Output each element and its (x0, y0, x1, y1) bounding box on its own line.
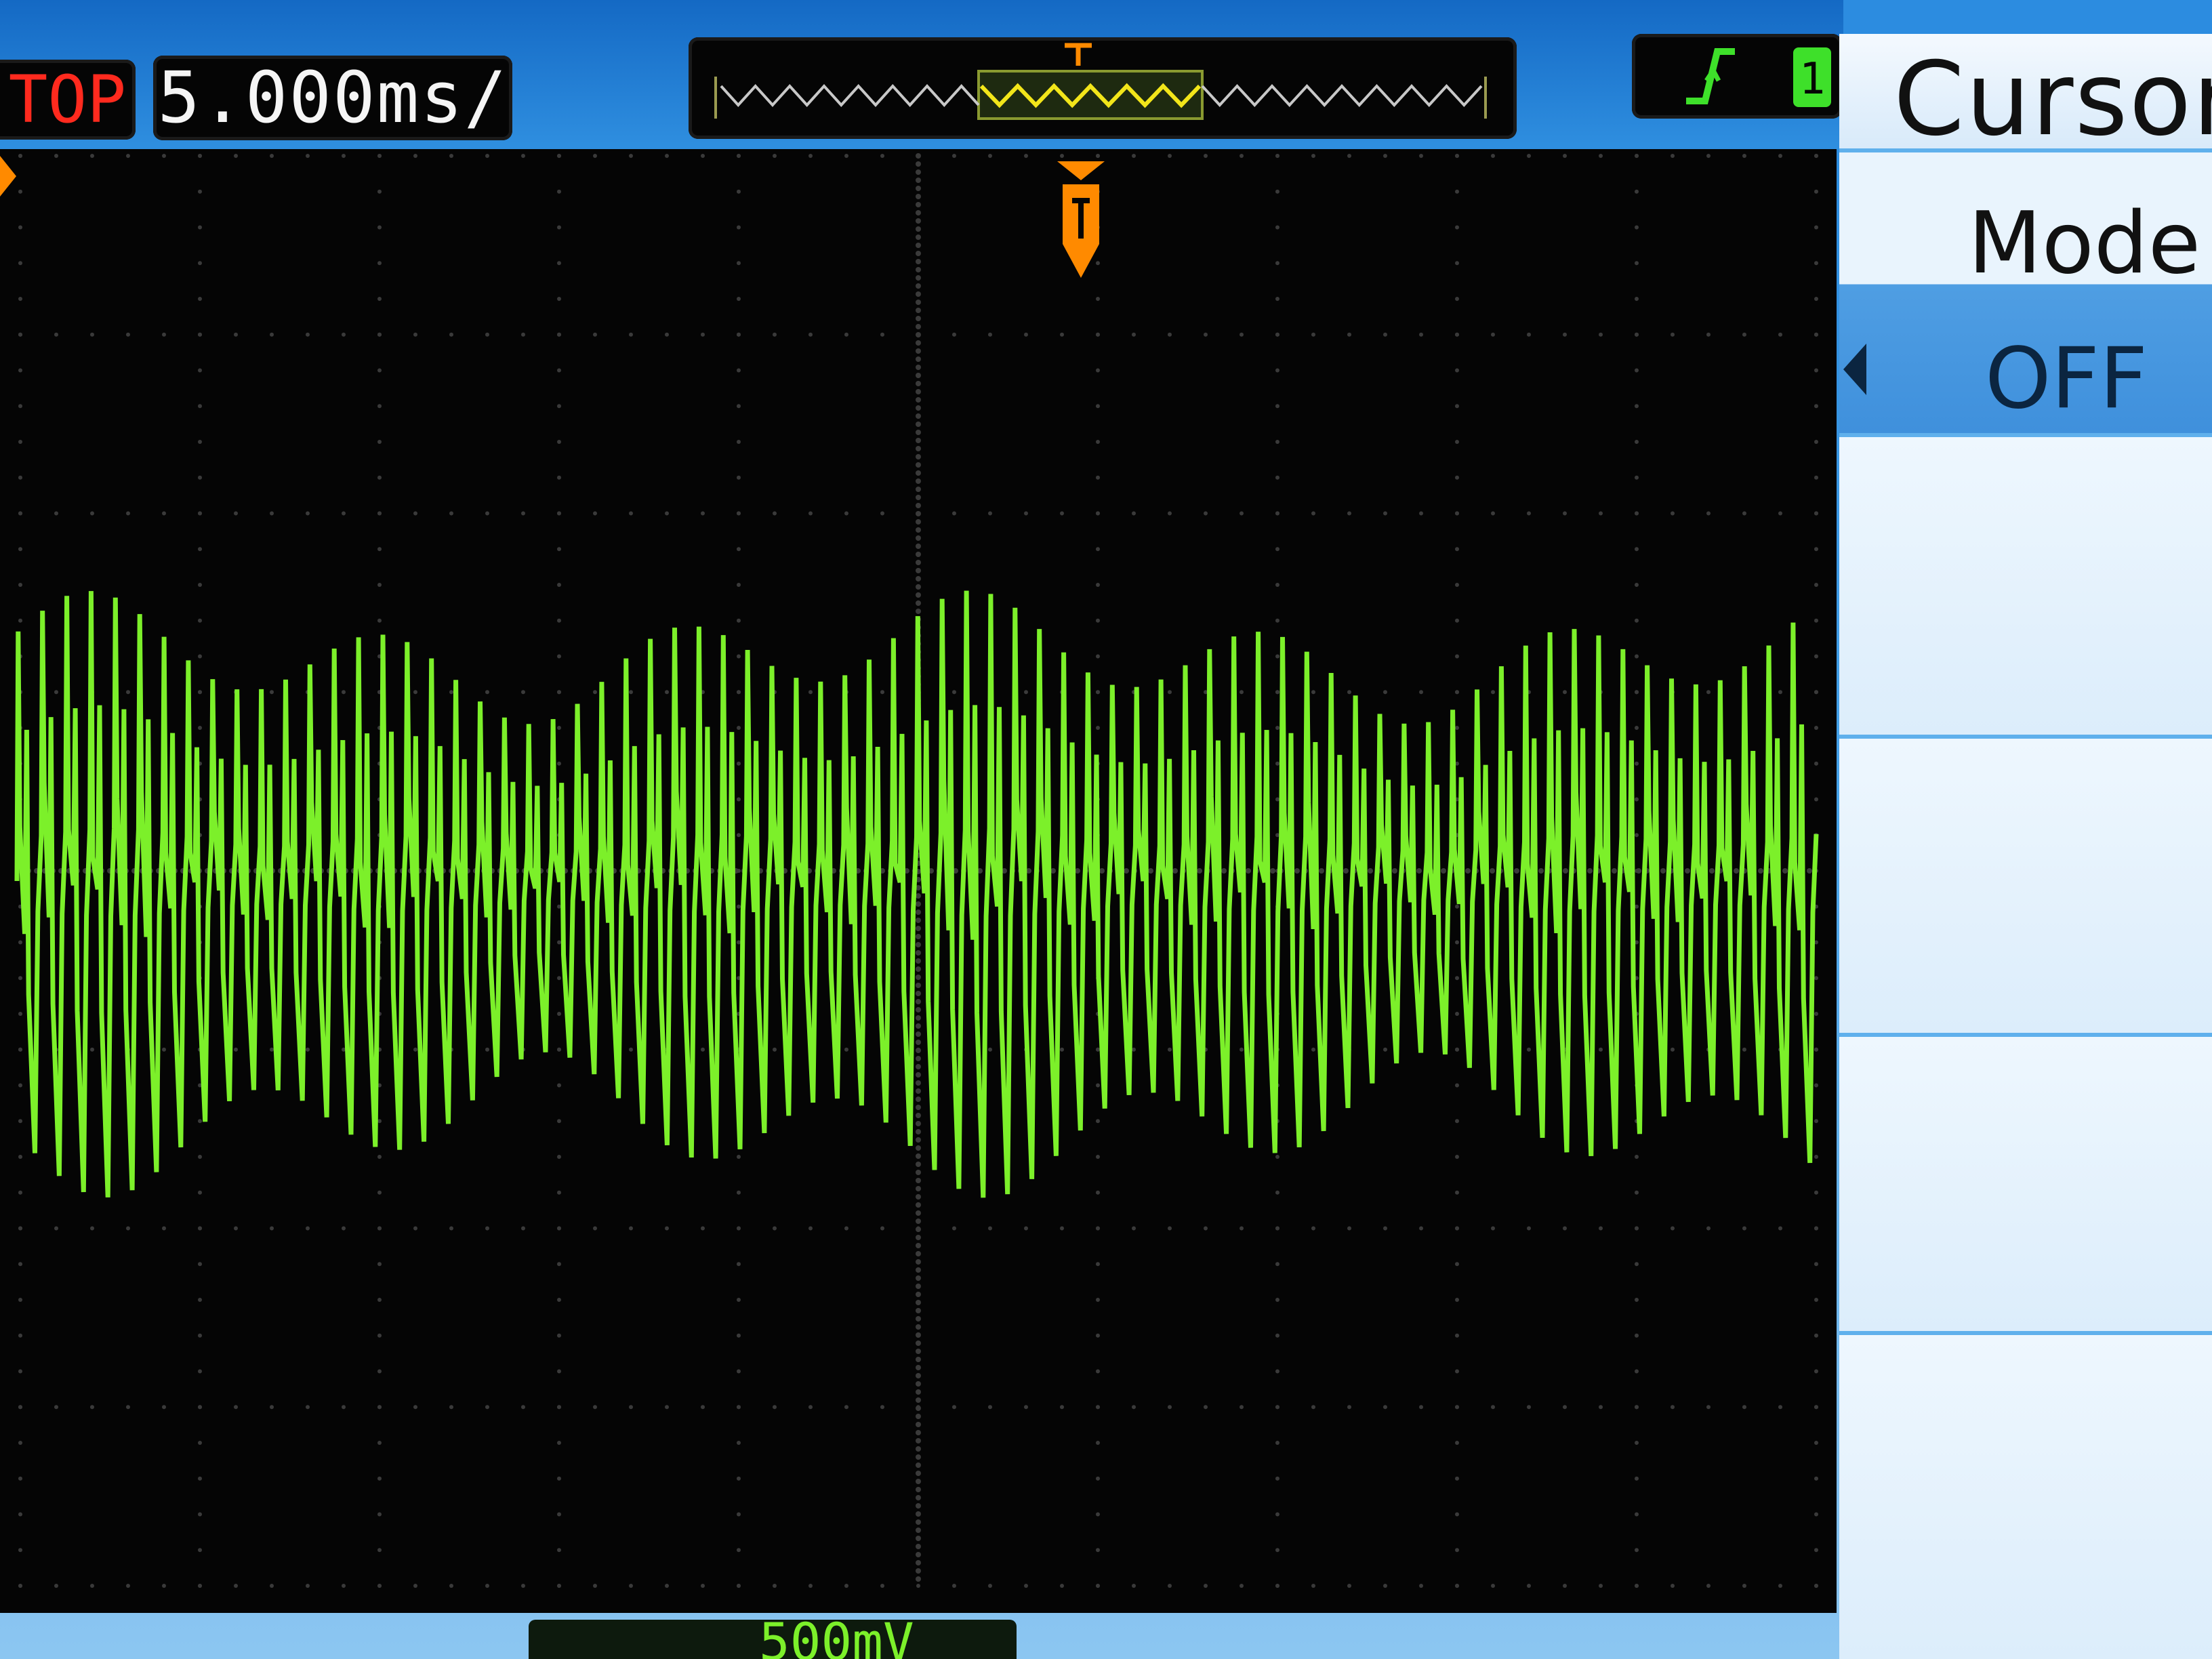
svg-text:1: 1 (1799, 54, 1826, 104)
trigger-status[interactable]: 1 (1632, 34, 1842, 119)
cursor-mode-value: OFF (1985, 330, 2148, 428)
softkey-menu: Cursors Mode OFF (1839, 34, 2212, 1659)
channel1-readout[interactable]: 500mV (529, 1620, 1017, 1659)
memory-trace-right (1201, 84, 1483, 107)
menu-title: Cursors (1893, 41, 2212, 159)
memory-trace-left (720, 84, 980, 107)
menu-title-key[interactable]: Cursors (1839, 34, 2212, 159)
channel1-volts-per-div: 500mV (759, 1620, 914, 1659)
view-window (977, 70, 1204, 120)
channel1-icon: 1 (1793, 47, 1831, 107)
channel1-ground-marker[interactable] (0, 149, 27, 203)
rising-edge-icon (1686, 48, 1735, 104)
softkey-6[interactable] (1839, 1335, 2212, 1659)
softkey-arrow-icon (1843, 344, 1866, 395)
run-state-indicator[interactable]: TOP (0, 60, 136, 140)
cursor-mode-label: Mode (1968, 193, 2201, 293)
softkey-3[interactable] (1839, 437, 2212, 739)
softkey-5[interactable] (1839, 1037, 2212, 1335)
channel1-waveform (14, 590, 1819, 1198)
status-bar: TOP 5.000ms/ 1 (0, 0, 1843, 149)
waveform-display[interactable] (0, 149, 1837, 1613)
trigger-t-icon (1065, 43, 1092, 66)
oscilloscope-screen: TOP 5.000ms/ 1 Curso Mode OFF 500mV (0, 0, 2212, 1659)
memory-overview-bar[interactable] (689, 37, 1517, 139)
channel1-trace (14, 590, 1819, 1198)
cursor-mode-key[interactable]: Mode OFF (1839, 152, 2212, 437)
memory-waveform-preview (714, 43, 1487, 120)
timebase-readout[interactable]: 5.000ms/ (153, 56, 512, 140)
softkey-4[interactable] (1839, 739, 2212, 1037)
